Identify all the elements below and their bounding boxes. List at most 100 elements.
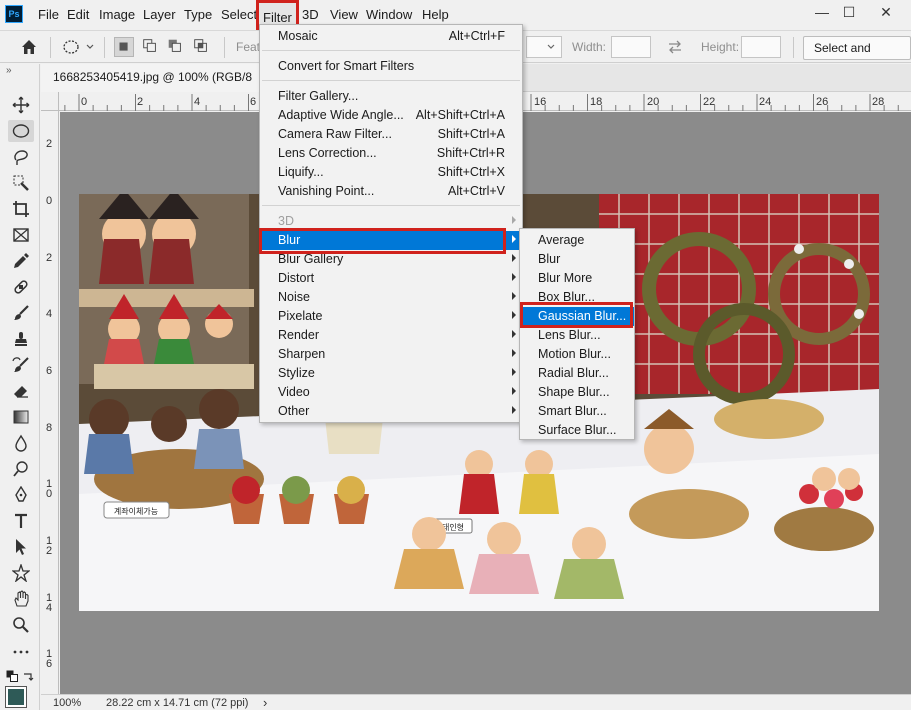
intersect-selection-button[interactable] bbox=[192, 37, 212, 57]
zoom-level[interactable]: 100% bbox=[53, 697, 81, 709]
frame-icon bbox=[13, 228, 29, 242]
chevron-down-icon[interactable] bbox=[84, 38, 96, 56]
history-brush-icon bbox=[12, 357, 29, 372]
menu-select[interactable]: Select bbox=[221, 7, 257, 23]
menu-item-camera-raw[interactable]: Camera Raw Filter... Shift+Ctrl+A bbox=[260, 125, 522, 144]
zoom-tool[interactable] bbox=[8, 614, 34, 636]
type-tool[interactable] bbox=[8, 510, 34, 532]
spot-healing-tool[interactable] bbox=[8, 276, 34, 298]
more-tools[interactable] bbox=[8, 640, 34, 662]
menu-item-shortcut: Alt+Ctrl+F bbox=[448, 29, 505, 43]
menu-edit[interactable]: Edit bbox=[67, 7, 89, 23]
foreground-color-swatch[interactable] bbox=[5, 686, 27, 708]
maximize-button[interactable]: ☐ bbox=[839, 4, 859, 20]
submenu-item-radial-blur[interactable]: Radial Blur... bbox=[520, 364, 634, 383]
subtract-selection-button[interactable] bbox=[166, 37, 186, 57]
submenu-item-surface-blur[interactable]: Surface Blur... bbox=[520, 421, 634, 440]
close-button[interactable]: ✕ bbox=[876, 4, 896, 20]
type-icon bbox=[15, 513, 27, 528]
tools-panel: » bbox=[0, 64, 40, 710]
menu-item-vanishing-point[interactable]: Vanishing Point... Alt+Ctrl+V bbox=[260, 182, 522, 201]
custom-shape-tool[interactable] bbox=[8, 562, 34, 584]
add-selection-button[interactable] bbox=[141, 37, 161, 57]
blur-tool[interactable] bbox=[8, 432, 34, 454]
submenu-item-smart-blur[interactable]: Smart Blur... bbox=[520, 402, 634, 421]
submenu-item-blur[interactable]: Blur bbox=[520, 250, 634, 269]
move-tool[interactable] bbox=[8, 94, 34, 116]
submenu-arrow-icon bbox=[512, 254, 516, 262]
quick-selection-icon bbox=[13, 175, 29, 191]
home-icon[interactable] bbox=[20, 38, 38, 56]
submenu-arrow-icon bbox=[512, 387, 516, 395]
menu-item-other[interactable]: Other bbox=[260, 402, 522, 421]
dodge-tool[interactable] bbox=[8, 458, 34, 480]
submenu-item-average[interactable]: Average bbox=[520, 231, 634, 250]
submenu-item-motion-blur[interactable]: Motion Blur... bbox=[520, 345, 634, 364]
minimize-button[interactable]: — bbox=[812, 4, 832, 20]
menu-item-adaptive-wide-angle[interactable]: Adaptive Wide Angle... Alt+Shift+Ctrl+A bbox=[260, 106, 522, 125]
status-arrow-icon[interactable]: › bbox=[263, 695, 267, 710]
width-input[interactable] bbox=[611, 36, 651, 58]
menu-item-pixelate[interactable]: Pixelate bbox=[260, 307, 522, 326]
brush-tool[interactable] bbox=[8, 302, 34, 324]
submenu-arrow-icon bbox=[512, 216, 516, 224]
menu-window[interactable]: Window bbox=[366, 7, 412, 23]
menu-3d[interactable]: 3D bbox=[302, 7, 319, 23]
history-brush-tool[interactable] bbox=[8, 354, 34, 376]
submenu-item-shape-blur[interactable]: Shape Blur... bbox=[520, 383, 634, 402]
submenu-item-lens-blur[interactable]: Lens Blur... bbox=[520, 326, 634, 345]
elliptical-marquee-icon[interactable] bbox=[62, 38, 80, 56]
clone-stamp-tool[interactable] bbox=[8, 328, 34, 350]
status-bar: 100% 28.22 cm x 14.71 cm (72 ppi) › bbox=[41, 694, 911, 710]
photoshop-logo: Ps bbox=[5, 5, 23, 23]
menu-item-stylize[interactable]: Stylize bbox=[260, 364, 522, 383]
menu-item-distort[interactable]: Distort bbox=[260, 269, 522, 288]
eraser-icon bbox=[14, 386, 28, 398]
menu-item-video[interactable]: Video bbox=[260, 383, 522, 402]
elliptical-marquee-tool[interactable] bbox=[8, 120, 34, 142]
menu-item-shortcut: Alt+Shift+Ctrl+A bbox=[415, 108, 505, 122]
style-dropdown[interactable] bbox=[526, 36, 562, 58]
crop-tool[interactable] bbox=[8, 198, 34, 220]
menu-view[interactable]: View bbox=[330, 7, 358, 23]
frame-tool[interactable] bbox=[8, 224, 34, 246]
eyedropper-tool[interactable] bbox=[8, 250, 34, 272]
default-colors-icon[interactable] bbox=[6, 670, 18, 682]
hand-tool[interactable] bbox=[8, 588, 34, 610]
new-selection-button[interactable] bbox=[114, 37, 134, 57]
menu-item-convert-smart-filters[interactable]: Convert for Smart Filters bbox=[260, 57, 522, 76]
eraser-tool[interactable] bbox=[8, 380, 34, 402]
quick-selection-tool[interactable] bbox=[8, 172, 34, 194]
stamp-icon bbox=[15, 332, 27, 346]
menu-type[interactable]: Type bbox=[184, 7, 212, 23]
menu-item-noise[interactable]: Noise bbox=[260, 288, 522, 307]
swap-colors-icon[interactable] bbox=[22, 670, 34, 682]
menu-layer[interactable]: Layer bbox=[143, 7, 176, 23]
elliptical-marquee-icon bbox=[12, 124, 30, 138]
collapse-panel-icon[interactable]: » bbox=[6, 65, 12, 76]
ruler-label: 16 bbox=[534, 96, 547, 108]
submenu-item-blur-more[interactable]: Blur More bbox=[520, 269, 634, 288]
path-selection-tool[interactable] bbox=[8, 536, 34, 558]
document-tab[interactable]: 1668253405419.jpg @ 100% (RGB/8 bbox=[41, 64, 271, 92]
menu-image[interactable]: Image bbox=[99, 7, 135, 23]
swap-icon[interactable] bbox=[666, 38, 684, 56]
submenu-item-label: Blur More bbox=[538, 271, 593, 285]
menu-help[interactable]: Help bbox=[422, 7, 449, 23]
gradient-tool[interactable] bbox=[8, 406, 34, 428]
pen-tool[interactable] bbox=[8, 484, 34, 506]
height-input[interactable] bbox=[741, 36, 781, 58]
menu-item-filter-gallery[interactable]: Filter Gallery... bbox=[260, 87, 522, 106]
ruler-label: 2 bbox=[45, 252, 53, 264]
menu-item-liquify[interactable]: Liquify... Shift+Ctrl+X bbox=[260, 163, 522, 182]
menu-file[interactable]: File bbox=[38, 7, 59, 23]
menu-item-mosaic[interactable]: Mosaic Alt+Ctrl+F bbox=[260, 27, 522, 46]
menu-item-shortcut: Shift+Ctrl+R bbox=[436, 146, 505, 160]
photo-sign-text: 계좌이체가능 bbox=[114, 506, 158, 516]
select-and-mask-button[interactable]: Select and Mask... bbox=[803, 36, 911, 77]
menu-item-sharpen[interactable]: Sharpen bbox=[260, 345, 522, 364]
ruler-label: 2 bbox=[137, 96, 144, 108]
lasso-tool[interactable] bbox=[8, 146, 34, 168]
menu-item-lens-correction[interactable]: Lens Correction... Shift+Ctrl+R bbox=[260, 144, 522, 163]
menu-item-render[interactable]: Render bbox=[260, 326, 522, 345]
